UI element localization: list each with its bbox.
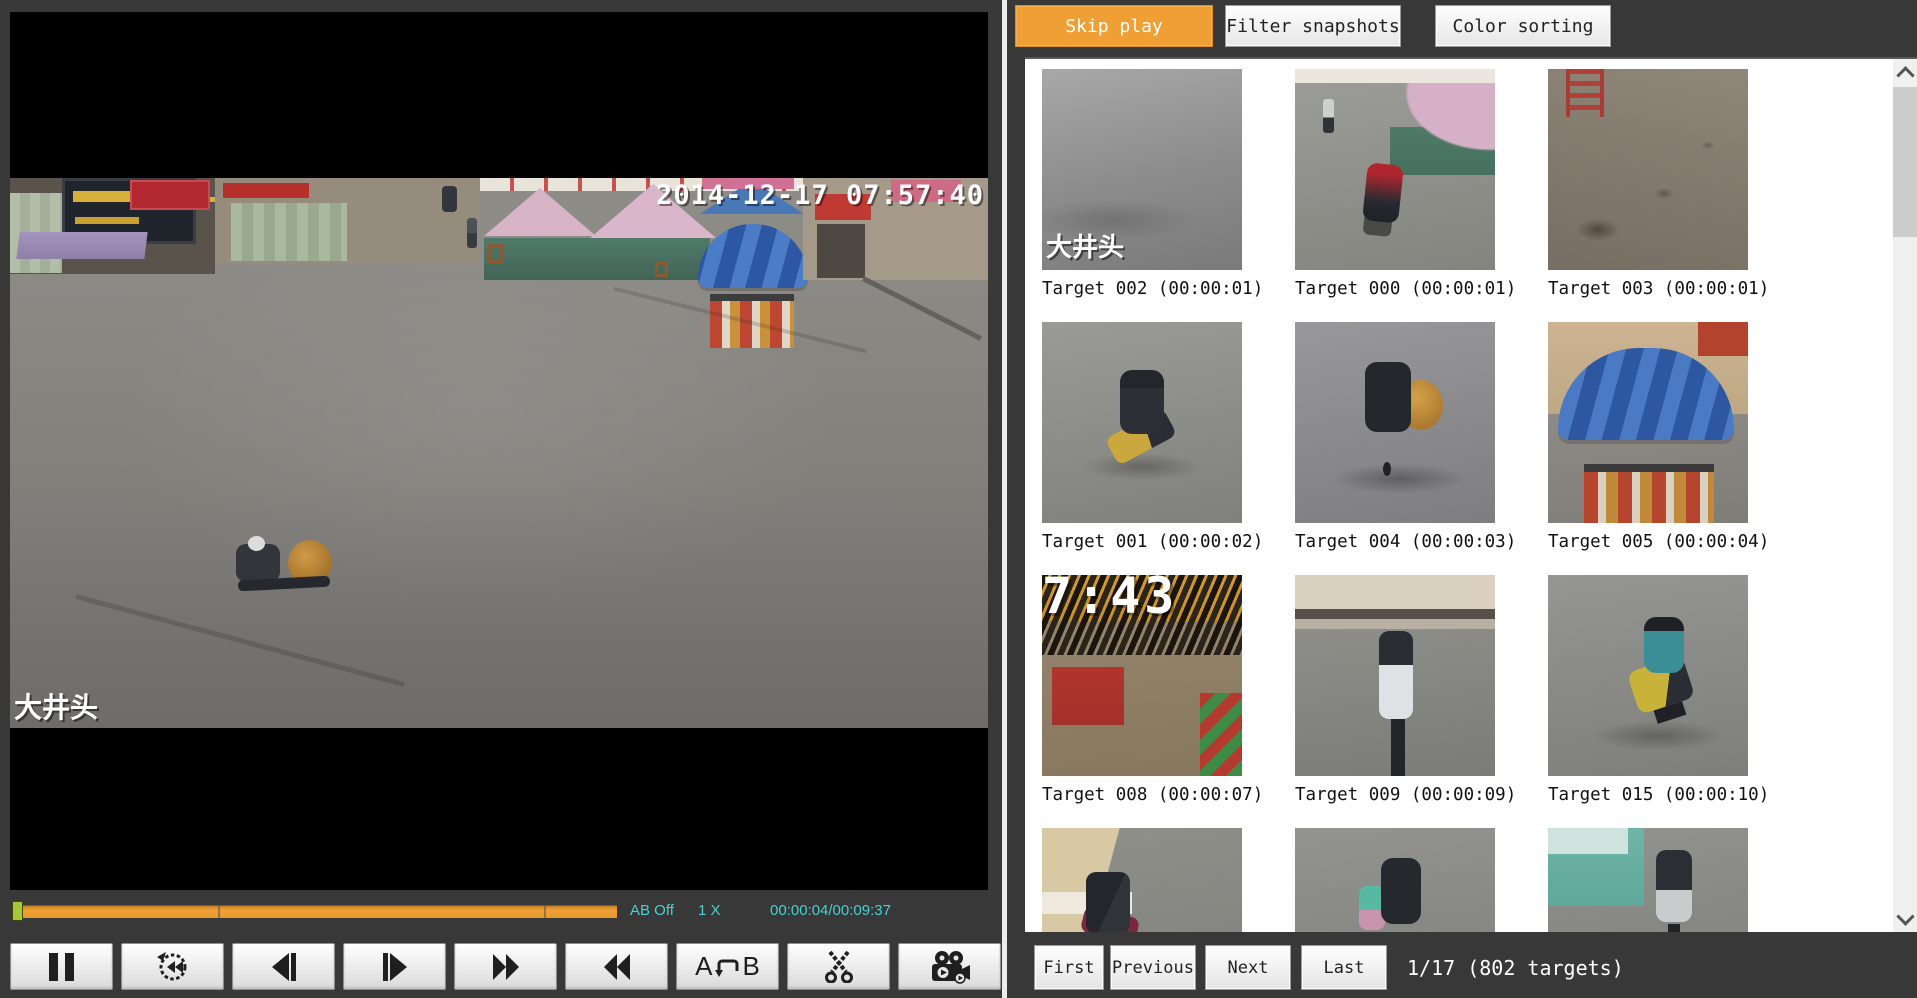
step-forward-button[interactable] <box>343 943 446 990</box>
scene-pedestrian <box>467 218 477 248</box>
scene-red-sign <box>130 180 210 210</box>
cut-icon <box>823 951 855 983</box>
thumb-time-overlay: 7:43 <box>1042 575 1178 625</box>
target-thumbnail[interactable] <box>1548 828 1748 932</box>
step-back-icon <box>268 952 300 982</box>
speed-label: 1 X <box>698 902 721 919</box>
scene-shops-middle <box>215 178 480 264</box>
target-cell: Target 001 (00:00:02) <box>1042 322 1242 575</box>
seek-tick <box>218 906 220 918</box>
ab-repeat-button[interactable]: A B <box>676 943 779 990</box>
pause-button[interactable] <box>10 943 113 990</box>
target-cell: Target 004 (00:00:03) <box>1295 322 1495 575</box>
camera-name-overlay: 大井头 <box>14 686 98 726</box>
cut-button[interactable] <box>787 943 890 990</box>
snapshot-gallery: 大井头 Target 002 (00:00:01) Target 000 (00… <box>1025 57 1917 932</box>
target-thumbnail[interactable] <box>1042 322 1242 523</box>
target-thumbnail[interactable]: 7:43 <box>1042 575 1242 776</box>
target-gallery-panel: Skip play Filter snapshots Color sorting… <box>1007 0 1917 998</box>
replay-icon <box>156 951 190 983</box>
scene-stool <box>655 262 668 277</box>
target-thumbnail[interactable] <box>1295 69 1495 270</box>
video-player-panel: 2014-12-17 07:57:40 大井头 AB Off 1 X 00:00… <box>0 0 1002 998</box>
target-thumbnail[interactable] <box>1295 828 1495 932</box>
chevron-up-icon <box>1896 66 1914 84</box>
target-thumbnail[interactable] <box>1548 575 1748 776</box>
step-back-button[interactable] <box>232 943 335 990</box>
record-clip-button[interactable] <box>898 943 1001 990</box>
target-cell: Target 003 (00:00:01) <box>1548 69 1748 322</box>
color-sorting-button[interactable]: Color sorting <box>1435 5 1611 47</box>
target-thumbnail[interactable] <box>1042 828 1242 932</box>
seek-row: AB Off 1 X 00:00:04/00:09:37 <box>10 895 992 929</box>
next-page-button[interactable]: Next <box>1205 945 1291 990</box>
target-cell: 大井头 Target 002 (00:00:01) <box>1042 69 1242 322</box>
record-clip-icon <box>929 950 971 984</box>
target-cell: Target 015 (00:00:10) <box>1548 575 1748 828</box>
scroll-up-button[interactable] <box>1893 59 1917 85</box>
seek-tick <box>544 906 546 918</box>
target-cell: Target 000 (00:00:01) <box>1295 69 1495 322</box>
skip-play-button[interactable]: Skip play <box>1015 5 1213 47</box>
target-thumbnail[interactable]: 大井头 <box>1042 69 1242 270</box>
scene-tent <box>484 188 596 236</box>
snapshot-grid: 大井头 Target 002 (00:00:01) Target 000 (00… <box>1042 69 1748 932</box>
video-timestamp-overlay: 2014-12-17 07:57:40 <box>656 180 984 211</box>
scrollbar-thumb[interactable] <box>1893 87 1917 237</box>
step-forward-icon <box>379 952 411 982</box>
ab-letter-b: B <box>743 951 760 982</box>
transport-controls: A B <box>10 943 1002 990</box>
target-thumbnail[interactable] <box>1548 69 1748 270</box>
scene-chair <box>488 244 503 263</box>
target-thumbnail[interactable] <box>1295 575 1495 776</box>
last-page-button[interactable]: Last <box>1301 945 1387 990</box>
scene-tent-wall <box>484 238 710 280</box>
gallery-scrollbar[interactable] <box>1893 59 1917 932</box>
replay-button[interactable] <box>121 943 224 990</box>
target-cell <box>1295 828 1495 932</box>
video-frame: 2014-12-17 07:57:40 大井头 <box>10 178 988 728</box>
pause-icon <box>49 953 74 981</box>
target-cell <box>1042 828 1242 932</box>
ab-letter-a: A <box>695 951 712 982</box>
target-thumbnail[interactable] <box>1548 322 1748 523</box>
ab-repeat-icon: A B <box>695 951 760 982</box>
target-thumbnail[interactable] <box>1295 322 1495 523</box>
chevron-down-icon <box>1896 907 1914 925</box>
previous-page-button[interactable]: Previous <box>1110 945 1196 990</box>
scene-awning <box>16 232 147 259</box>
time-label: 00:00:04/00:09:37 <box>770 902 891 919</box>
page-status: 1/17 (802 targets) <box>1407 945 1624 990</box>
filter-snapshots-button[interactable]: Filter snapshots <box>1225 5 1401 47</box>
video-display: 2014-12-17 07:57:40 大井头 <box>10 12 988 890</box>
scene-curb <box>862 276 982 340</box>
first-page-button[interactable]: First <box>1034 945 1104 990</box>
rewind-icon <box>601 952 633 982</box>
scene-rider-with-basket <box>236 536 351 594</box>
ab-status-label: AB Off <box>630 902 674 919</box>
seek-track[interactable] <box>12 905 617 918</box>
fast-forward-button[interactable] <box>454 943 557 990</box>
target-cell <box>1548 828 1748 932</box>
rewind-button[interactable] <box>565 943 668 990</box>
target-cell: 7:43 Target 008 (00:00:07) <box>1042 575 1242 828</box>
scene-road-mark <box>75 594 405 687</box>
fast-forward-icon <box>490 952 522 982</box>
seek-handle[interactable] <box>12 901 23 921</box>
thumb-camera-overlay: 大井头 <box>1046 227 1124 264</box>
scroll-down-button[interactable] <box>1893 906 1917 932</box>
target-cell: Target 009 (00:00:09) <box>1295 575 1495 828</box>
target-cell: Target 005 (00:00:04) <box>1548 322 1748 575</box>
scene-motorbike-rider <box>442 186 457 212</box>
